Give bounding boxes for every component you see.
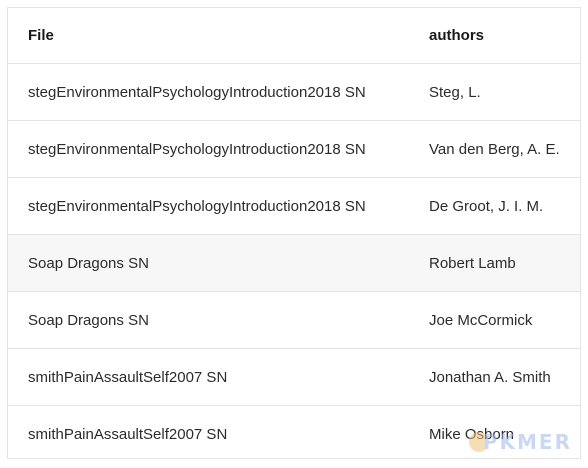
table-row: Soap Dragons SN Joe McCormick xyxy=(8,291,580,349)
file-link[interactable]: Soap Dragons SN xyxy=(8,234,409,292)
table-header-row: File authors xyxy=(8,8,580,64)
table-row: stegEnvironmentalPsychologyIntroduction2… xyxy=(8,120,580,178)
author-cell: De Groot, J. I. M. xyxy=(409,177,580,235)
file-link[interactable]: Soap Dragons SN xyxy=(8,291,409,349)
file-link[interactable]: stegEnvironmentalPsychologyIntroduction2… xyxy=(8,177,409,235)
file-link[interactable]: stegEnvironmentalPsychologyIntroduction2… xyxy=(8,63,409,121)
column-header-file[interactable]: File xyxy=(8,8,409,64)
table-row: smithPainAssaultSelf2007 SN Mike Osborn xyxy=(8,406,580,463)
results-table-container: File authors stegEnvironmentalPsychology… xyxy=(7,7,581,459)
table-row: smithPainAssaultSelf2007 SN Jonathan A. … xyxy=(8,348,580,406)
table-row: stegEnvironmentalPsychologyIntroduction2… xyxy=(8,177,580,235)
author-cell: Van den Berg, A. E. xyxy=(409,120,580,178)
file-link[interactable]: smithPainAssaultSelf2007 SN xyxy=(8,406,409,463)
author-cell: Jonathan A. Smith xyxy=(409,348,580,406)
table-row: stegEnvironmentalPsychologyIntroduction2… xyxy=(8,63,580,121)
author-cell: Robert Lamb xyxy=(409,234,580,292)
file-link[interactable]: stegEnvironmentalPsychologyIntroduction2… xyxy=(8,120,409,178)
column-header-authors[interactable]: authors xyxy=(409,8,580,64)
author-cell: Mike Osborn xyxy=(429,425,515,443)
author-cell: Joe McCormick xyxy=(409,291,580,349)
file-link[interactable]: smithPainAssaultSelf2007 SN xyxy=(8,348,409,406)
author-cell: Steg, L. xyxy=(409,63,580,121)
table-row: Soap Dragons SN Robert Lamb xyxy=(8,234,580,292)
results-table: File authors stegEnvironmentalPsychology… xyxy=(8,8,580,462)
